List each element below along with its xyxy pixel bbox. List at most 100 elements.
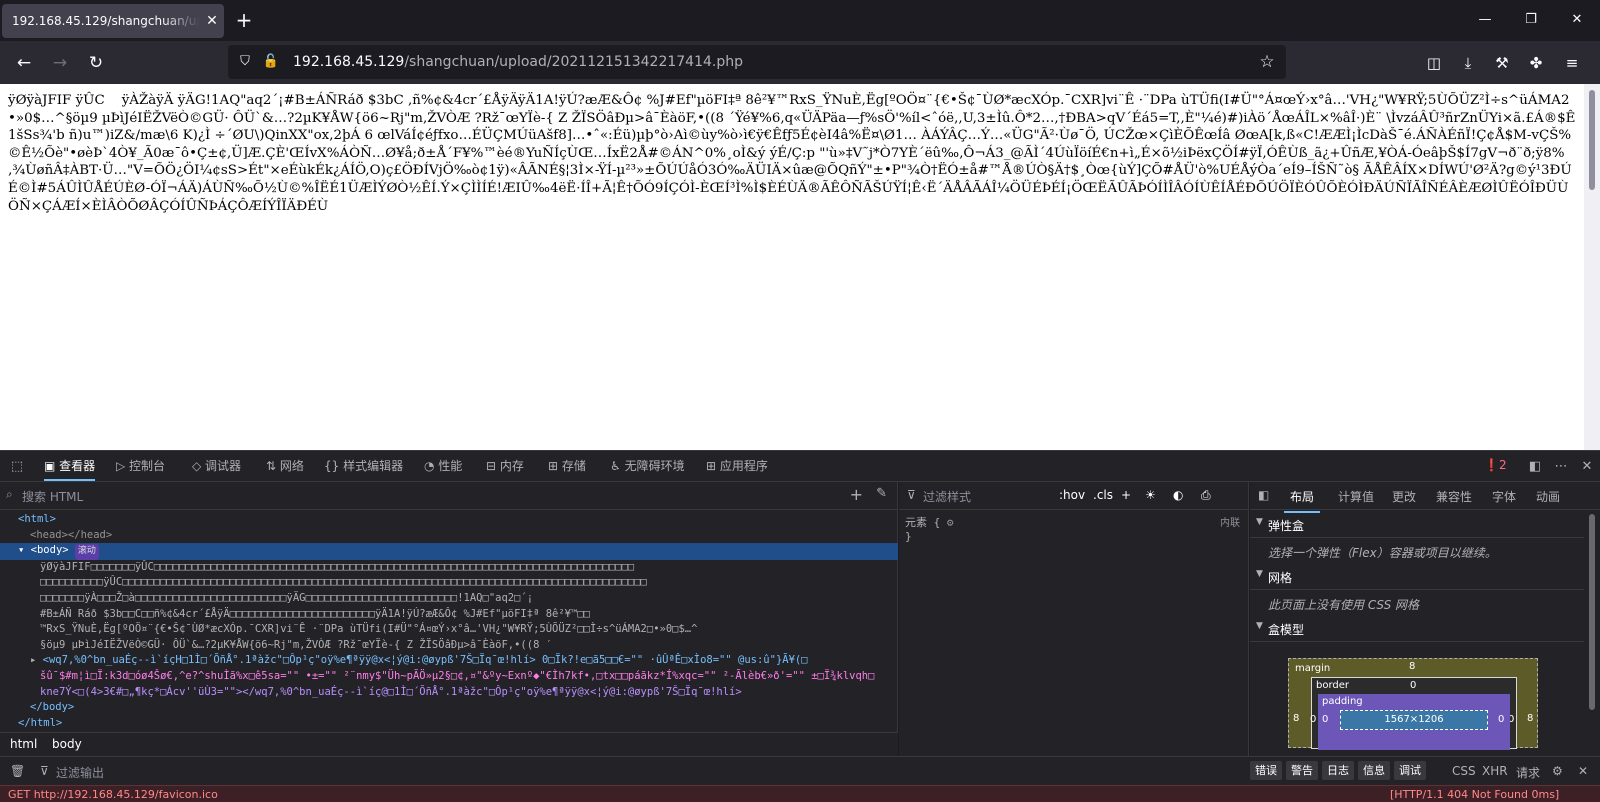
url-text[interactable]: 192.168.45.129/shangchuan/upload/2021121… [293, 45, 743, 79]
html-search-input[interactable]: 搜索 HTML [22, 488, 83, 505]
filter-warnings[interactable]: 警告 [1286, 761, 1318, 780]
padding-box[interactable]: padding 0 0 1567×1206 [1318, 694, 1510, 750]
close-devtools-icon[interactable]: ✕ [1578, 458, 1596, 476]
close-window-icon[interactable]: ✕ [1554, 0, 1600, 40]
text-node-line[interactable]: ÿØÿàJFIF□□□□□□□ÿÛC□□□□□□□□□□□□□□□□□□□□□□… [0, 560, 898, 576]
element-rule[interactable]: 元素 { ⚙ 内联 [905, 514, 1242, 530]
page-scrollbar[interactable] [1584, 84, 1600, 450]
breadcrumb-body[interactable]: body [52, 737, 82, 751]
menu-icon[interactable]: ≡ [1558, 49, 1586, 77]
reload-icon[interactable]: ↻ [82, 49, 110, 77]
filter-debug[interactable]: 调试 [1394, 761, 1426, 780]
box-model-diagram[interactable]: margin 8 8 8 border 0 0 0 padding 0 0 15… [1288, 658, 1538, 750]
tab-fonts[interactable]: 字体 [1492, 488, 1516, 505]
scroll-badge[interactable]: 滚动 [74, 544, 99, 560]
restore-icon[interactable]: ❐ [1508, 0, 1554, 40]
tree-node-child[interactable]: ▸ <wq7,%0^bn_uaÉç--ì`íçH□1Ì□´ÕñÅ°.1ªàžc"… [0, 653, 898, 669]
tree-node-html[interactable]: <html> [0, 512, 898, 528]
close-split-console-icon[interactable]: ✕ [1578, 764, 1588, 778]
tab-network[interactable]: ⇅ 网络 [266, 451, 304, 481]
filter-styles-input[interactable]: 过滤样式 [923, 488, 971, 505]
sidebar-toggle-icon[interactable]: ◧ [1258, 488, 1269, 502]
add-rule-icon[interactable]: + [1121, 488, 1131, 502]
light-mode-icon[interactable]: ☀ [1145, 488, 1156, 502]
tab-inspector[interactable]: ▣ 查看器 [44, 451, 96, 481]
browser-tab[interactable]: 192.168.45.129/shangchuan/uplo ✕ [2, 4, 224, 38]
dark-mode-icon[interactable]: ◐ [1173, 488, 1183, 502]
text-node-line[interactable]: ™RxS_ŸNuÈ,Ëg[ºOÖ¤¨{€•Š¢¯ÙØ*æcXÓp.¯CXR]vi… [0, 622, 898, 638]
filter-errors[interactable]: 错误 [1250, 761, 1282, 780]
content-box[interactable]: 1567×1206 [1340, 710, 1488, 730]
dom-tree[interactable]: <html> <head></head> ▾ <body> 滚动 ÿØÿàJFI… [0, 512, 898, 734]
tree-node-head[interactable]: <head></head> [0, 528, 898, 544]
text-node-line[interactable]: §öµ9 µÞìJéIËŽVëÒ©GÜ· ÔÜ`&…?2µK¥ÅW{ö6~Rj"… [0, 638, 898, 654]
error-count-badge[interactable]: ❗2 [1484, 458, 1507, 472]
cls-toggle[interactable]: .cls [1093, 488, 1113, 502]
tree-node-html-close[interactable]: </html> [0, 716, 898, 732]
tab-changes[interactable]: 更改 [1392, 488, 1416, 505]
pocket-icon[interactable]: ◫ [1420, 49, 1448, 77]
insecure-lock-icon[interactable]: 🔓 [262, 53, 280, 71]
console-message[interactable]: GET http://192.168.45.129/favicon.ico [H… [0, 785, 1600, 802]
tree-node-child-attrs[interactable]: šû¯$#m¦ì□Ï:k3d□óø4Šø€,^e?^shuÌã%x□ê5sa="… [0, 669, 898, 685]
filter-logs[interactable]: 日志 [1322, 761, 1354, 780]
tab-layout[interactable]: 布局 [1283, 488, 1321, 513]
minimize-icon[interactable]: — [1462, 0, 1508, 40]
forward-icon[interactable]: → [46, 49, 74, 77]
tab-application[interactable]: ⊞ 应用程序 [706, 451, 768, 481]
filter-info[interactable]: 信息 [1358, 761, 1390, 780]
tab-storage[interactable]: ⊞ 存储 [548, 451, 586, 481]
layout-scroll-thumb[interactable] [1589, 514, 1595, 710]
tab-performance[interactable]: ◔ 性能 [424, 451, 462, 481]
settings-icon[interactable]: ⚙ [947, 516, 954, 529]
layout-scrollbar[interactable] [1584, 510, 1600, 756]
tab-animations[interactable]: 动画 [1536, 488, 1560, 505]
print-icon[interactable]: ⎙ [1201, 488, 1211, 503]
scroll-thumb[interactable] [1589, 90, 1595, 190]
border-top-value[interactable]: 0 [1410, 680, 1416, 691]
filter-css[interactable]: CSS [1452, 764, 1476, 778]
padding-right-value[interactable]: 0 [1498, 714, 1504, 725]
add-node-icon[interactable]: + [850, 485, 863, 504]
filter-requests[interactable]: 请求 [1516, 764, 1540, 781]
html-search-bar[interactable]: ⌕ 搜索 HTML + ✎ [0, 482, 897, 510]
tab-computed[interactable]: 计算值 [1338, 488, 1374, 505]
padding-left-value[interactable]: 0 [1322, 714, 1328, 725]
extension-icon[interactable]: ✤ [1522, 49, 1550, 77]
eyedropper-icon[interactable]: ✎ [876, 486, 887, 501]
tab-style-editor[interactable]: {} 样式编辑器 [324, 451, 403, 481]
tree-node-body-close[interactable]: </body> [0, 700, 898, 716]
flexbox-section-header[interactable]: ▼ 弹性盒 [1250, 512, 1584, 538]
boxmodel-section-header[interactable]: ▼ 盒模型 [1250, 616, 1584, 642]
new-tab-icon[interactable]: + [232, 8, 256, 32]
tab-compatibility[interactable]: 兼容性 [1436, 488, 1472, 505]
tab-console[interactable]: ▷ 控制台 [116, 451, 165, 481]
shield-icon[interactable]: ⛉ [236, 53, 254, 71]
url-bar[interactable]: ⛉ 🔓 192.168.45.129/shangchuan/upload/202… [228, 45, 1286, 79]
console-settings-icon[interactable]: ⚙ [1552, 764, 1563, 778]
hov-toggle[interactable]: :hov [1059, 488, 1085, 502]
breadcrumb-html[interactable]: html [10, 737, 37, 751]
margin-left-value[interactable]: 8 [1293, 713, 1299, 724]
tab-debugger[interactable]: ◇ 调试器 [192, 451, 241, 481]
tab-memory[interactable]: ⊟ 内存 [486, 451, 524, 481]
grid-section-header[interactable]: ▼ 网格 [1250, 564, 1584, 590]
filter-xhr[interactable]: XHR [1482, 764, 1508, 778]
filter-output-input[interactable]: 过滤输出 [56, 764, 104, 781]
text-node-line[interactable]: □□□□□□□□□□ÿÛC□□□□□□□□□□□□□□□□□□□□□□□□□□□… [0, 575, 898, 591]
margin-top-value[interactable]: 8 [1409, 661, 1415, 672]
margin-right-value[interactable]: 8 [1527, 713, 1533, 724]
tree-node-body[interactable]: ▾ <body> 滚动 [0, 543, 898, 560]
close-tab-icon[interactable]: ✕ [200, 13, 224, 29]
element-picker-icon[interactable]: ⬚ [8, 458, 26, 476]
border-left-value[interactable]: 0 [1310, 714, 1316, 725]
dock-icon[interactable]: ◧ [1526, 458, 1544, 476]
text-node-line[interactable]: □□□□□□□ÿÀ□□□Ž□à□□□□□□□□□□□□□□□□□□□□□□□□ÿ… [0, 591, 898, 607]
tools-icon[interactable]: ⚒ [1488, 49, 1516, 77]
bookmark-star-icon[interactable]: ☆ [1256, 51, 1278, 73]
border-box[interactable]: border 0 0 0 padding 0 0 1567×1206 [1310, 677, 1517, 750]
download-icon[interactable]: ⤓ [1454, 49, 1482, 77]
back-icon[interactable]: ← [10, 49, 38, 77]
tree-node-child-close[interactable]: kne7Ý<□(4>3€#□„¶kç*□Ácv''üÙ3=""></wq7,%0… [0, 685, 898, 701]
tab-accessibility[interactable]: ♿ 无障碍环境 [610, 451, 685, 481]
